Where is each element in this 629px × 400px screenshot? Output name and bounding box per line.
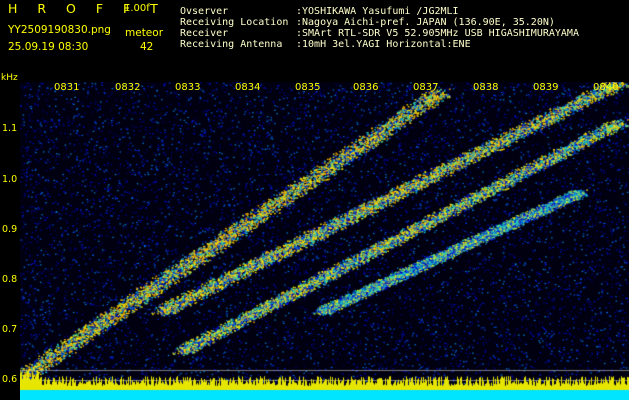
x-tick-label: 0831 (54, 82, 80, 93)
y-tick-label: 0.7 (2, 324, 18, 335)
info-value: :10mH 3el.YAGI Horizontal:ENE (296, 39, 471, 50)
x-tick-label: 0835 (295, 82, 321, 93)
image-filename: YY2509190830.png (8, 24, 111, 36)
y-tick-label: 0.9 (2, 224, 18, 235)
x-tick-label: 0832 (115, 82, 141, 93)
y-tick-label: 0.6 (2, 374, 18, 385)
app-version: 1.00f (124, 3, 150, 14)
info-key: Ovserver (180, 6, 229, 17)
info-key: Receiver (180, 28, 229, 39)
x-tick-label: 0840 (593, 82, 619, 93)
spectrogram-canvas (20, 82, 629, 400)
station-info: Ovserver :YOSHIKAWA Yasufumi /JG2MLI Rec… (180, 6, 579, 50)
info-value: :Nagoya Aichi-pref. JAPAN (136.90E, 35.2… (296, 17, 555, 28)
x-tick-label: 0836 (353, 82, 379, 93)
info-key: Receiving Location (180, 17, 289, 28)
y-tick-label: 0.8 (2, 274, 18, 285)
info-row-location: Receiving Location :Nagoya Aichi-pref. J… (180, 17, 579, 28)
x-tick-label: 0833 (175, 82, 201, 93)
info-row-antenna: Receiving Antenna :10mH 3el.YAGI Horizon… (180, 39, 579, 50)
y-axis-unit: kHz (1, 73, 18, 83)
x-tick-label: 0834 (235, 82, 261, 93)
x-tick-label: 0838 (473, 82, 499, 93)
y-tick-label: 1.1 (2, 123, 18, 134)
x-tick-label: 0839 (533, 82, 559, 93)
hrofft-window: H R O F F T 1.00f YY2509190830.png 25.09… (0, 0, 629, 400)
meteor-label: meteor (125, 27, 164, 39)
info-row-receiver: Receiver :SMArt RTL-SDR V5 52.905MHz USB… (180, 28, 579, 39)
x-tick-label: 0837 (413, 82, 439, 93)
info-key: Receiving Antenna (180, 39, 283, 50)
meteor-count: 42 (140, 41, 154, 53)
info-value: :YOSHIKAWA Yasufumi /JG2MLI (296, 6, 459, 17)
info-value: :SMArt RTL-SDR V5 52.905MHz USB HIGASHIM… (296, 28, 579, 39)
info-row-observer: Ovserver :YOSHIKAWA Yasufumi /JG2MLI (180, 6, 579, 17)
image-timestamp: 25.09.19 08:30 (8, 41, 89, 53)
y-tick-label: 1.0 (2, 174, 18, 185)
